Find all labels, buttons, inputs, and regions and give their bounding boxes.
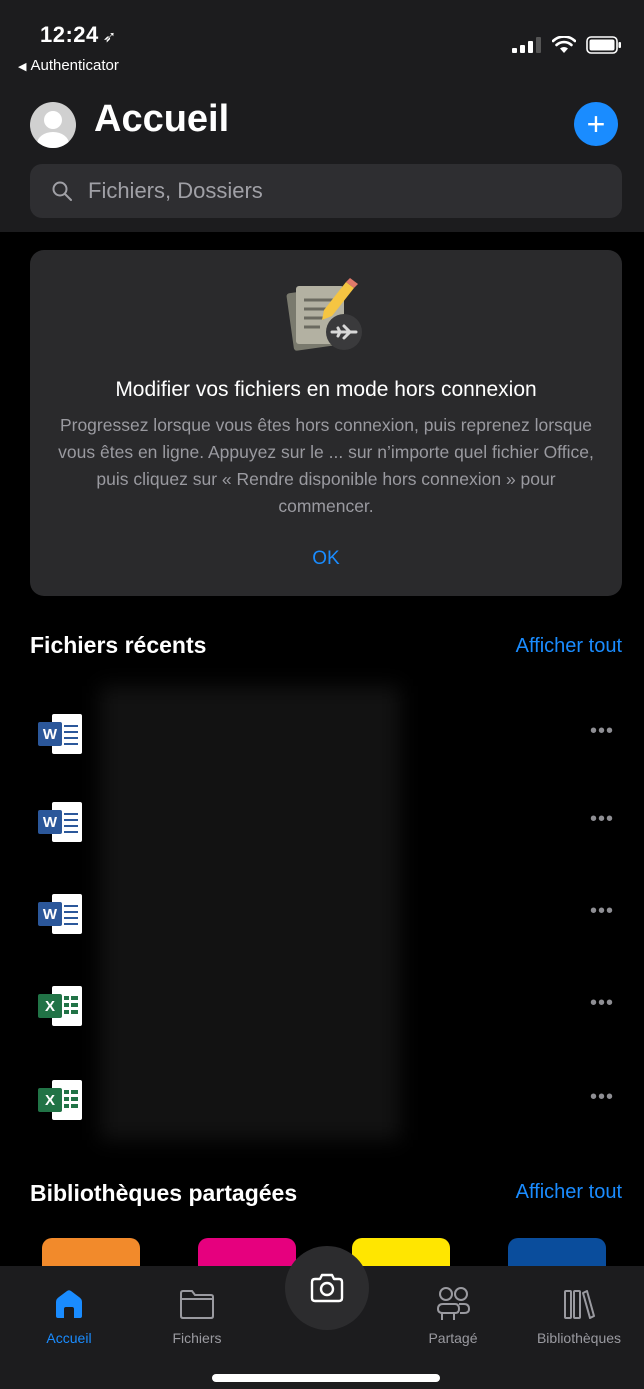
tab-home[interactable]: Accueil bbox=[4, 1284, 134, 1346]
camera-icon bbox=[310, 1273, 344, 1303]
more-options-button[interactable]: ••• bbox=[590, 992, 614, 1015]
offline-mode-card: Modifier vos fichiers en mode hors conne… bbox=[30, 250, 622, 596]
tab-home-label: Accueil bbox=[46, 1330, 92, 1346]
battery-icon bbox=[586, 36, 621, 54]
home-indicator[interactable] bbox=[212, 1374, 440, 1382]
tab-shared[interactable]: Partagé bbox=[388, 1284, 518, 1346]
search-input[interactable] bbox=[88, 178, 588, 204]
recent-files-title: Fichiers récents bbox=[30, 632, 207, 658]
people-icon bbox=[436, 1287, 471, 1320]
recent-file-row[interactable]: W ••• bbox=[0, 774, 644, 868]
person-icon bbox=[37, 111, 69, 148]
offline-card-title: Modifier vos fichiers en mode hors conne… bbox=[115, 378, 537, 401]
more-options-button[interactable]: ••• bbox=[590, 808, 614, 831]
offline-card-ok-button[interactable]: OK bbox=[30, 548, 622, 570]
word-file-icon: W bbox=[38, 714, 82, 754]
tab-files-label: Fichiers bbox=[172, 1330, 222, 1346]
status-icons bbox=[512, 36, 622, 54]
svg-text:X: X bbox=[45, 998, 55, 1015]
search-icon bbox=[52, 181, 72, 201]
back-to-app-link[interactable]: ◀ Authenticator bbox=[18, 57, 119, 74]
status-time-text: 12:24 bbox=[40, 22, 99, 47]
tab-files[interactable]: Fichiers bbox=[132, 1284, 262, 1346]
folder-icon bbox=[180, 1290, 214, 1319]
svg-text:X: X bbox=[45, 1092, 55, 1109]
excel-file-icon: X bbox=[38, 986, 82, 1026]
more-options-button[interactable]: ••• bbox=[590, 720, 614, 743]
tab-libraries-label: Bibliothèques bbox=[536, 1330, 622, 1346]
books-icon bbox=[564, 1290, 595, 1319]
recent-file-row[interactable]: W ••• bbox=[0, 866, 644, 960]
recent-file-row[interactable]: X ••• bbox=[0, 958, 644, 1052]
home-icon bbox=[56, 1290, 82, 1318]
svg-text:W: W bbox=[43, 726, 58, 743]
back-triangle-icon: ◀ bbox=[18, 61, 27, 73]
more-options-button[interactable]: ••• bbox=[590, 1086, 614, 1109]
libraries-see-all-link[interactable]: Afficher tout bbox=[516, 1181, 622, 1204]
shared-libraries-title: Bibliothèques partagées bbox=[30, 1180, 298, 1206]
tab-shared-label: Partagé bbox=[428, 1330, 478, 1346]
recent-file-row[interactable]: W ••• bbox=[0, 686, 644, 780]
tab-libraries[interactable]: Bibliothèques bbox=[514, 1284, 644, 1346]
status-time: 12:24 ➶ bbox=[40, 22, 117, 48]
wifi-icon bbox=[552, 36, 576, 53]
camera-button[interactable] bbox=[285, 1246, 369, 1330]
recent-file-row[interactable]: X ••• bbox=[0, 1052, 644, 1146]
plus-icon: + bbox=[586, 106, 606, 142]
search-bar[interactable] bbox=[30, 164, 622, 218]
profile-avatar[interactable] bbox=[30, 102, 76, 148]
excel-file-icon: X bbox=[38, 1080, 82, 1120]
cellular-signal-icon bbox=[512, 37, 541, 53]
add-button[interactable]: + bbox=[574, 102, 618, 146]
svg-text:W: W bbox=[43, 906, 58, 923]
word-file-icon: W bbox=[38, 802, 82, 842]
svg-text:W: W bbox=[43, 814, 58, 831]
offline-document-airplane-icon bbox=[286, 278, 362, 351]
offline-card-body: Progressez lorsque vous êtes hors connex… bbox=[58, 415, 594, 516]
word-file-icon: W bbox=[38, 894, 82, 934]
location-arrow-icon: ➶ bbox=[102, 29, 117, 46]
page-title: Accueil bbox=[94, 98, 230, 140]
back-app-label: Authenticator bbox=[30, 57, 119, 74]
more-options-button[interactable]: ••• bbox=[590, 900, 614, 923]
recent-see-all-link[interactable]: Afficher tout bbox=[516, 635, 622, 658]
